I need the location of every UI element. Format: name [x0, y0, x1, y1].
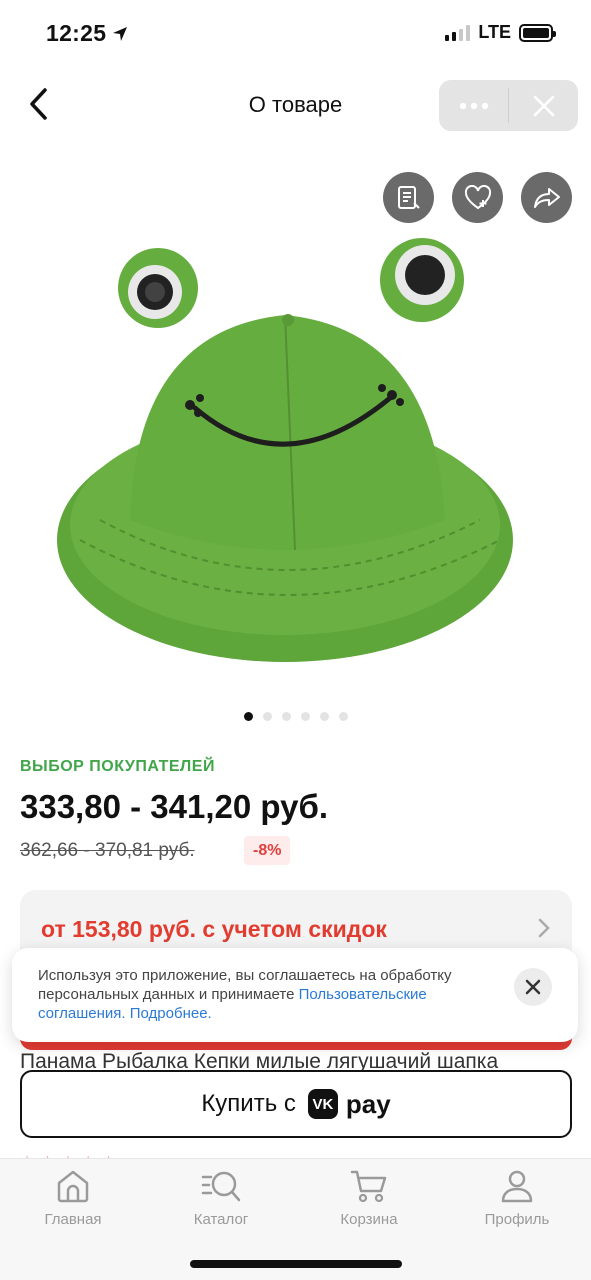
- tab-profile-label: Профиль: [484, 1211, 550, 1228]
- home-indicator: [190, 1260, 402, 1268]
- location-arrow-icon: [113, 26, 128, 41]
- gallery-dot[interactable]: [338, 712, 348, 721]
- promo-text: от 153,80 руб. с учетом скидок: [41, 916, 387, 942]
- close-app-button[interactable]: [509, 80, 578, 131]
- product-image: [57, 238, 513, 662]
- old-price-range: 362,66 - 370,81 руб.: [20, 840, 195, 861]
- gallery-dot[interactable]: [243, 712, 253, 721]
- chevron-right-icon: [538, 918, 550, 938]
- gallery-pagination: [0, 712, 591, 721]
- product-gallery[interactable]: [0, 150, 591, 740]
- buy-label: Купить с: [201, 1090, 296, 1117]
- share-arrow-icon: [533, 187, 560, 208]
- vk-logo-icon: VK: [307, 1089, 338, 1119]
- status-time-text: 12:25: [46, 20, 107, 46]
- more-button[interactable]: [439, 80, 508, 131]
- cart-icon: [350, 1170, 387, 1203]
- status-indicators: LTE: [445, 22, 556, 43]
- signal-icon: [445, 24, 471, 41]
- tab-catalog-label: Каталог: [193, 1211, 249, 1228]
- share-button[interactable]: [521, 172, 572, 223]
- status-time: 12:25: [46, 20, 128, 47]
- profile-icon: [501, 1170, 533, 1203]
- gallery-dot[interactable]: [262, 712, 272, 721]
- tab-cart-label: Корзина: [340, 1211, 398, 1228]
- tab-home[interactable]: Главная: [18, 1169, 128, 1228]
- buy-vk-pay-button[interactable]: Купить с VK pay: [20, 1070, 572, 1138]
- gallery-dot[interactable]: [281, 712, 291, 721]
- tab-profile[interactable]: Профиль: [462, 1169, 572, 1228]
- home-icon: [57, 1170, 89, 1203]
- battery-icon: [519, 23, 556, 42]
- gallery-dot[interactable]: [319, 712, 329, 721]
- status-bar: 12:25 LTE: [0, 0, 591, 66]
- tab-catalog[interactable]: Каталог: [166, 1169, 276, 1228]
- mini-app-controls: [439, 80, 578, 131]
- catalog-search-icon: [201, 1171, 241, 1202]
- close-icon: [533, 95, 554, 116]
- tab-cart[interactable]: Корзина: [314, 1169, 424, 1228]
- pay-label: pay: [345, 1088, 391, 1119]
- consent-close-button[interactable]: [514, 968, 552, 1006]
- consent-banner: Используя это приложение, вы соглашаетес…: [12, 948, 578, 1042]
- more-dots-icon: [459, 102, 488, 109]
- nav-bar: О товаре: [0, 72, 591, 138]
- gallery-dot[interactable]: [300, 712, 310, 721]
- document-list-icon: [397, 185, 420, 209]
- more-link[interactable]: Подробнее.: [130, 1005, 212, 1022]
- buyers-choice-badge: ВЫБОР ПОКУПАТЕЛЕЙ: [20, 758, 215, 775]
- price-range: 333,80 - 341,20 руб.: [20, 788, 328, 825]
- compare-button[interactable]: [383, 172, 434, 223]
- close-icon: [525, 979, 541, 995]
- tab-home-label: Главная: [44, 1211, 102, 1228]
- heart-plus-icon: [464, 184, 491, 209]
- discount-badge: -8%: [244, 836, 291, 865]
- network-label: LTE: [478, 22, 511, 42]
- favorite-button[interactable]: [452, 172, 503, 223]
- consent-text: Используя это приложение, вы соглашаетес…: [38, 966, 458, 1023]
